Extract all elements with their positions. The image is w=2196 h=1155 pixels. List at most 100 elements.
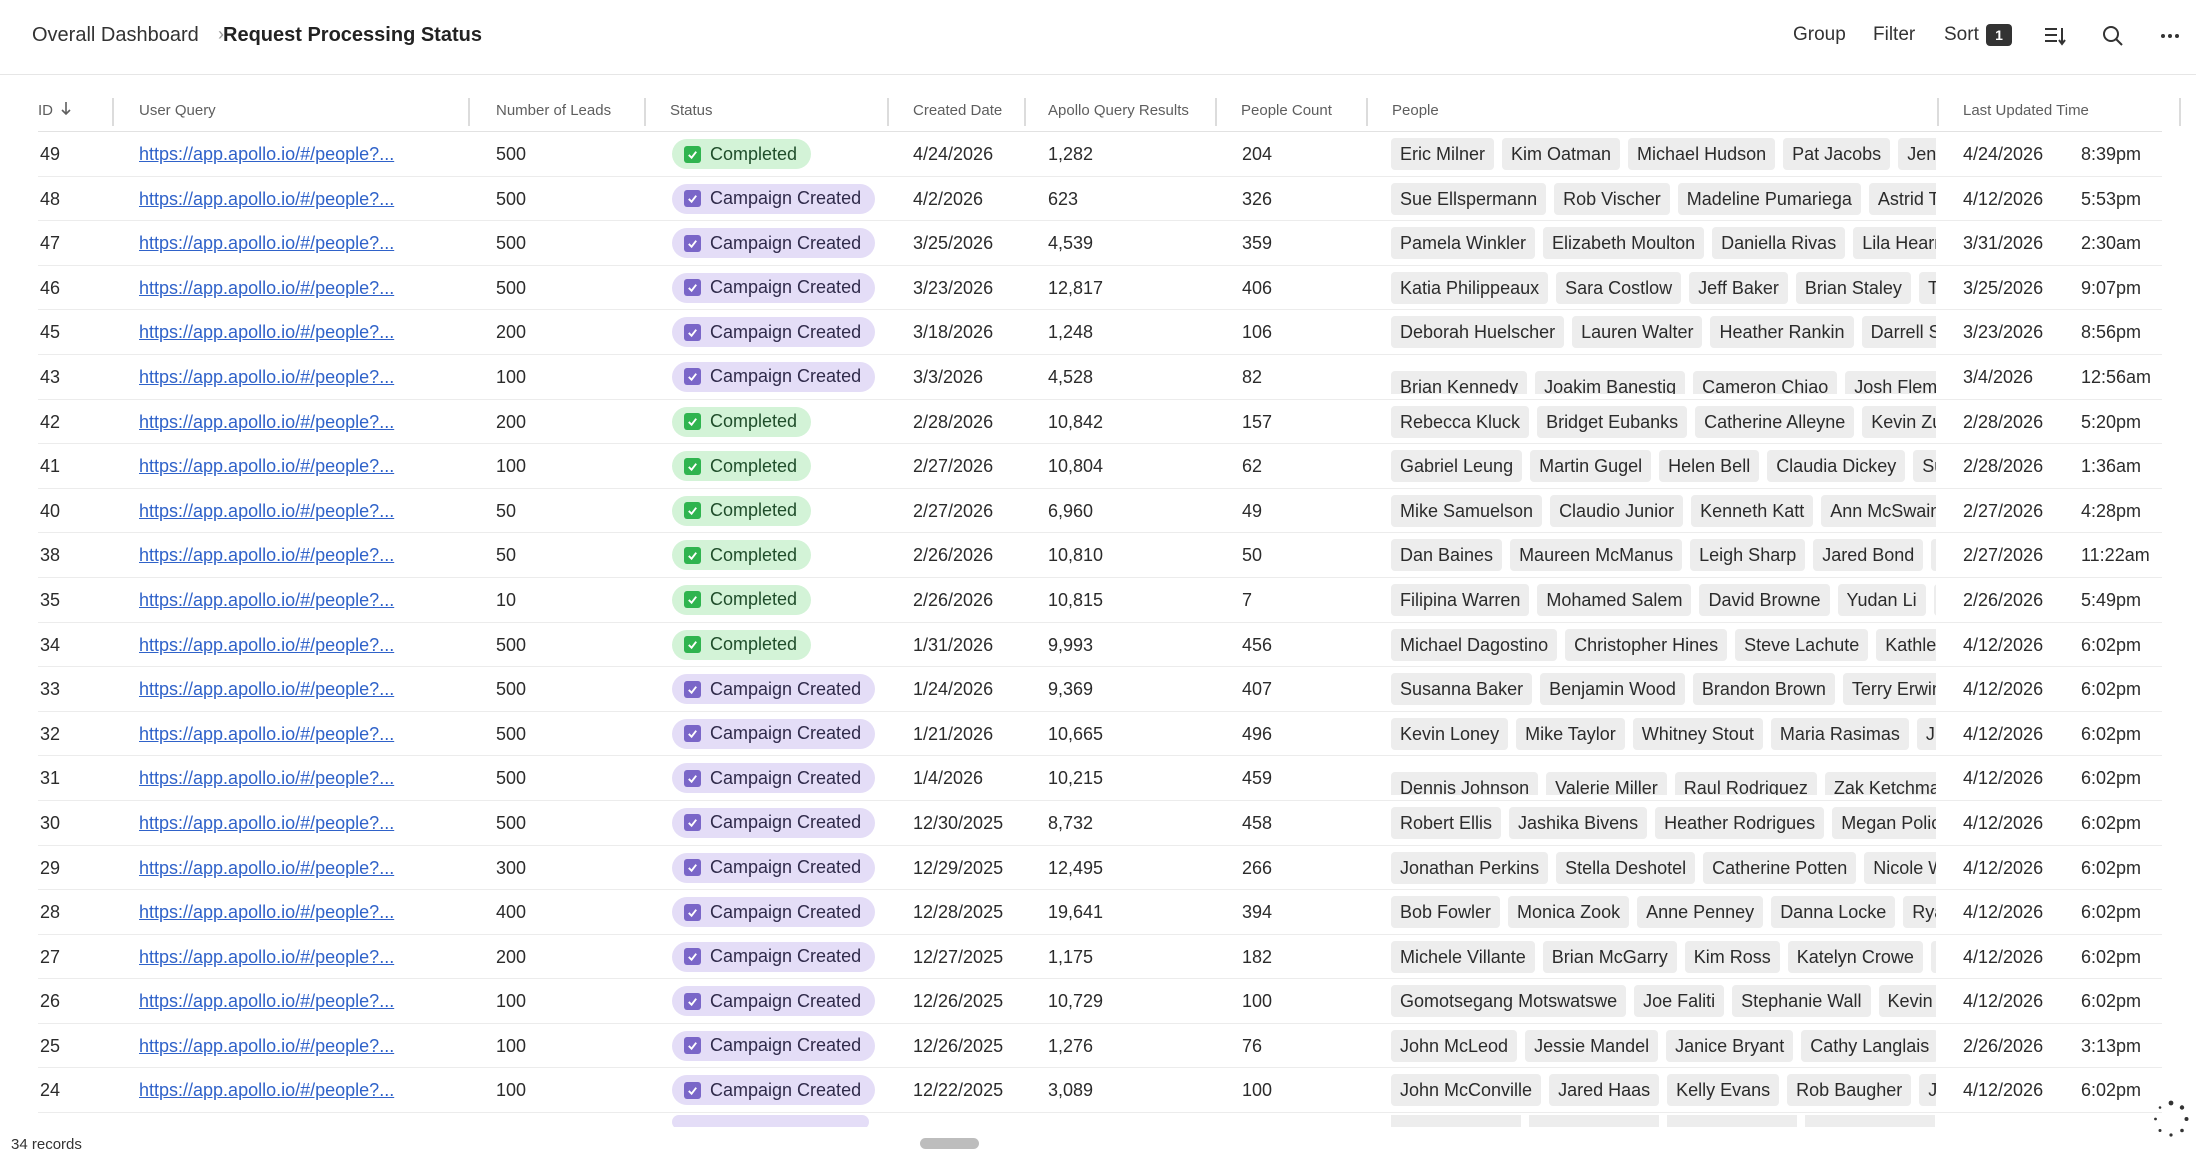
search-icon[interactable] [2099,22,2127,50]
person-chip[interactable]: Yudan Li [1837,583,1926,616]
row-height-icon[interactable] [2041,22,2069,50]
column-header-id[interactable]: ID [38,102,53,119]
user-query-link[interactable]: https://app.apollo.io/#/people?... [139,991,394,1012]
person-chip[interactable]: Stella Deshotel [1556,851,1696,884]
person-chip[interactable]: Jashika Bivens [1509,806,1648,839]
person-chip[interactable]: Heather Rodrigues [1655,806,1825,839]
group-button[interactable]: Group [1793,24,1846,46]
person-chip[interactable]: Bob Fowler [1391,896,1501,929]
column-divider[interactable] [1215,98,1217,126]
table-row[interactable]: 24 https://app.apollo.io/#/people?... 10… [38,1068,2162,1114]
table-row[interactable]: 46 https://app.apollo.io/#/people?... 50… [38,266,2162,311]
table-row[interactable]: 32 https://app.apollo.io/#/people?... 50… [38,712,2162,757]
person-chip[interactable]: Joakim Banestig [1535,370,1686,394]
person-chip[interactable]: Cathy Langlais [1801,1029,1936,1062]
table-row[interactable]: 38 https://app.apollo.io/#/people?... 50… [38,533,2162,578]
person-chip[interactable]: Danna Locke [1771,896,1896,929]
user-query-link[interactable]: https://app.apollo.io/#/people?... [139,322,394,343]
person-chip[interactable]: Dan Baines [1391,539,1503,572]
user-query-link[interactable]: https://app.apollo.io/#/people?... [139,1036,394,1057]
person-chip[interactable]: Pat Jacobs [1783,138,1891,170]
person-chip[interactable]: Helen Bell [1659,450,1760,483]
person-chip[interactable]: Stephanie Wall [1732,985,1871,1018]
person-chip[interactable]: Raul Rodriguez [1674,772,1817,796]
person-chip[interactable]: Monica Zook [1508,896,1630,929]
column-divider[interactable] [1366,98,1368,126]
column-divider[interactable] [1937,98,1939,126]
person-chip[interactable]: Darrell Stinch [1861,316,1936,349]
user-query-link[interactable]: https://app.apollo.io/#/people?... [139,724,394,745]
person-chip[interactable]: Brian Kennedy [1391,370,1528,394]
person-chip[interactable]: Bridget Eubanks [1537,405,1688,438]
table-row[interactable]: 42 https://app.apollo.io/#/people?... 20… [38,400,2162,445]
person-chip[interactable]: Allis [1933,583,1936,616]
person-chip[interactable]: Kenneth Katt [1691,494,1814,527]
person-chip[interactable]: Daniella Rivas [1712,227,1846,260]
person-chip[interactable]: Cameron Chiao [1693,370,1838,394]
user-query-link[interactable]: https://app.apollo.io/#/people?... [139,768,394,789]
person-chip[interactable]: Mike Samuelson [1391,494,1543,527]
person-chip[interactable]: Filipina Warren [1391,583,1530,616]
person-chip[interactable]: Maureen McManus [1510,539,1683,572]
person-chip[interactable]: Martin Gugel [1530,450,1652,483]
person-chip[interactable]: Ann McSwain [1821,494,1936,527]
person-chip[interactable]: Michael Dagostino [1391,628,1558,661]
person-chip[interactable]: Jenna Ca [1898,138,1936,170]
column-divider[interactable] [468,98,470,126]
person-chip[interactable]: Kelly Evans [1667,1074,1780,1107]
person-chip[interactable]: Brian Staley [1795,271,1911,304]
table-row[interactable]: 33 https://app.apollo.io/#/people?... 50… [38,667,2162,712]
person-chip[interactable]: Christopher Hines [1565,628,1728,661]
person-chip[interactable]: Lila Hearn [1853,227,1936,260]
person-chip[interactable]: Nicole Wyse [1864,851,1936,884]
person-chip[interactable]: Brian McGarry [1542,940,1677,973]
column-divider[interactable] [2179,98,2181,126]
user-query-link[interactable]: https://app.apollo.io/#/people?... [139,144,394,165]
person-chip[interactable]: Kim Oatman [1502,138,1621,170]
person-chip[interactable]: Michele Villante [1391,940,1535,973]
user-query-link[interactable]: https://app.apollo.io/#/people?... [139,412,394,433]
person-chip[interactable]: Michael Hudson [1628,138,1776,170]
person-chip[interactable]: Sara Costlow [1556,271,1682,304]
column-header-last-updated-time[interactable]: Last Updated Time [1963,102,2089,119]
person-chip[interactable]: Claudio Junior [1550,494,1684,527]
person-chip[interactable]: Deborah Huelscher [1391,316,1565,349]
person-chip[interactable]: Robert Ellis [1391,806,1502,839]
person-chip[interactable]: Zak Ketchmark [1824,772,1936,796]
person-chip[interactable]: Josh Fleming [1845,370,1936,394]
user-query-link[interactable]: https://app.apollo.io/#/people?... [139,947,394,968]
table-row[interactable]: 49 https://app.apollo.io/#/people?... 50… [38,132,2162,177]
column-header-people-count[interactable]: People Count [1241,102,1332,119]
column-header-status[interactable]: Status [670,102,713,119]
person-chip[interactable]: Mike Taylor [1516,717,1625,750]
column-header-created-date[interactable]: Created Date [913,102,1002,119]
person-chip[interactable]: Claudia Dickey [1767,450,1906,483]
person-chip[interactable]: Kathleen M [1876,628,1936,661]
table-row[interactable]: 40 https://app.apollo.io/#/people?... 50… [38,489,2162,534]
person-chip[interactable]: Ryan Sn [1903,896,1936,929]
column-divider[interactable] [887,98,889,126]
filter-button[interactable]: Filter [1873,24,1915,46]
person-chip[interactable]: Heather Rankin [1710,316,1854,349]
table-row[interactable]: 35 https://app.apollo.io/#/people?... 10… [38,578,2162,623]
user-query-link[interactable]: https://app.apollo.io/#/people?... [139,813,394,834]
column-header-user-query[interactable]: User Query [139,102,216,119]
table-row[interactable]: 43 https://app.apollo.io/#/people?... 10… [38,355,2162,400]
user-query-link[interactable]: https://app.apollo.io/#/people?... [139,635,394,656]
table-row[interactable]: 34 https://app.apollo.io/#/people?... 50… [38,623,2162,668]
person-chip[interactable]: Benjamin Wood [1540,673,1685,706]
person-chip[interactable]: Katia Philippeaux [1391,271,1549,304]
person-chip[interactable]: Rob Vischer [1554,182,1670,215]
person-chip[interactable]: Jonathan Perkins [1391,851,1549,884]
user-query-link[interactable]: https://app.apollo.io/#/people?... [139,1080,394,1101]
person-chip[interactable]: Kim Ross [1684,940,1780,973]
user-query-link[interactable]: https://app.apollo.io/#/people?... [139,189,394,210]
table-row[interactable]: 27 https://app.apollo.io/#/people?... 20… [38,935,2162,980]
person-chip[interactable]: Jim M [1930,940,1936,973]
sort-button[interactable]: Sort [1944,24,1979,46]
table-row[interactable]: 47 https://app.apollo.io/#/people?... 50… [38,221,2162,266]
person-chip[interactable]: Pamela Winkler [1391,227,1536,260]
table-row[interactable]: 29 https://app.apollo.io/#/people?... 30… [38,846,2162,891]
person-chip[interactable]: Maria Rasimas [1770,717,1909,750]
user-query-link[interactable]: https://app.apollo.io/#/people?... [139,679,394,700]
